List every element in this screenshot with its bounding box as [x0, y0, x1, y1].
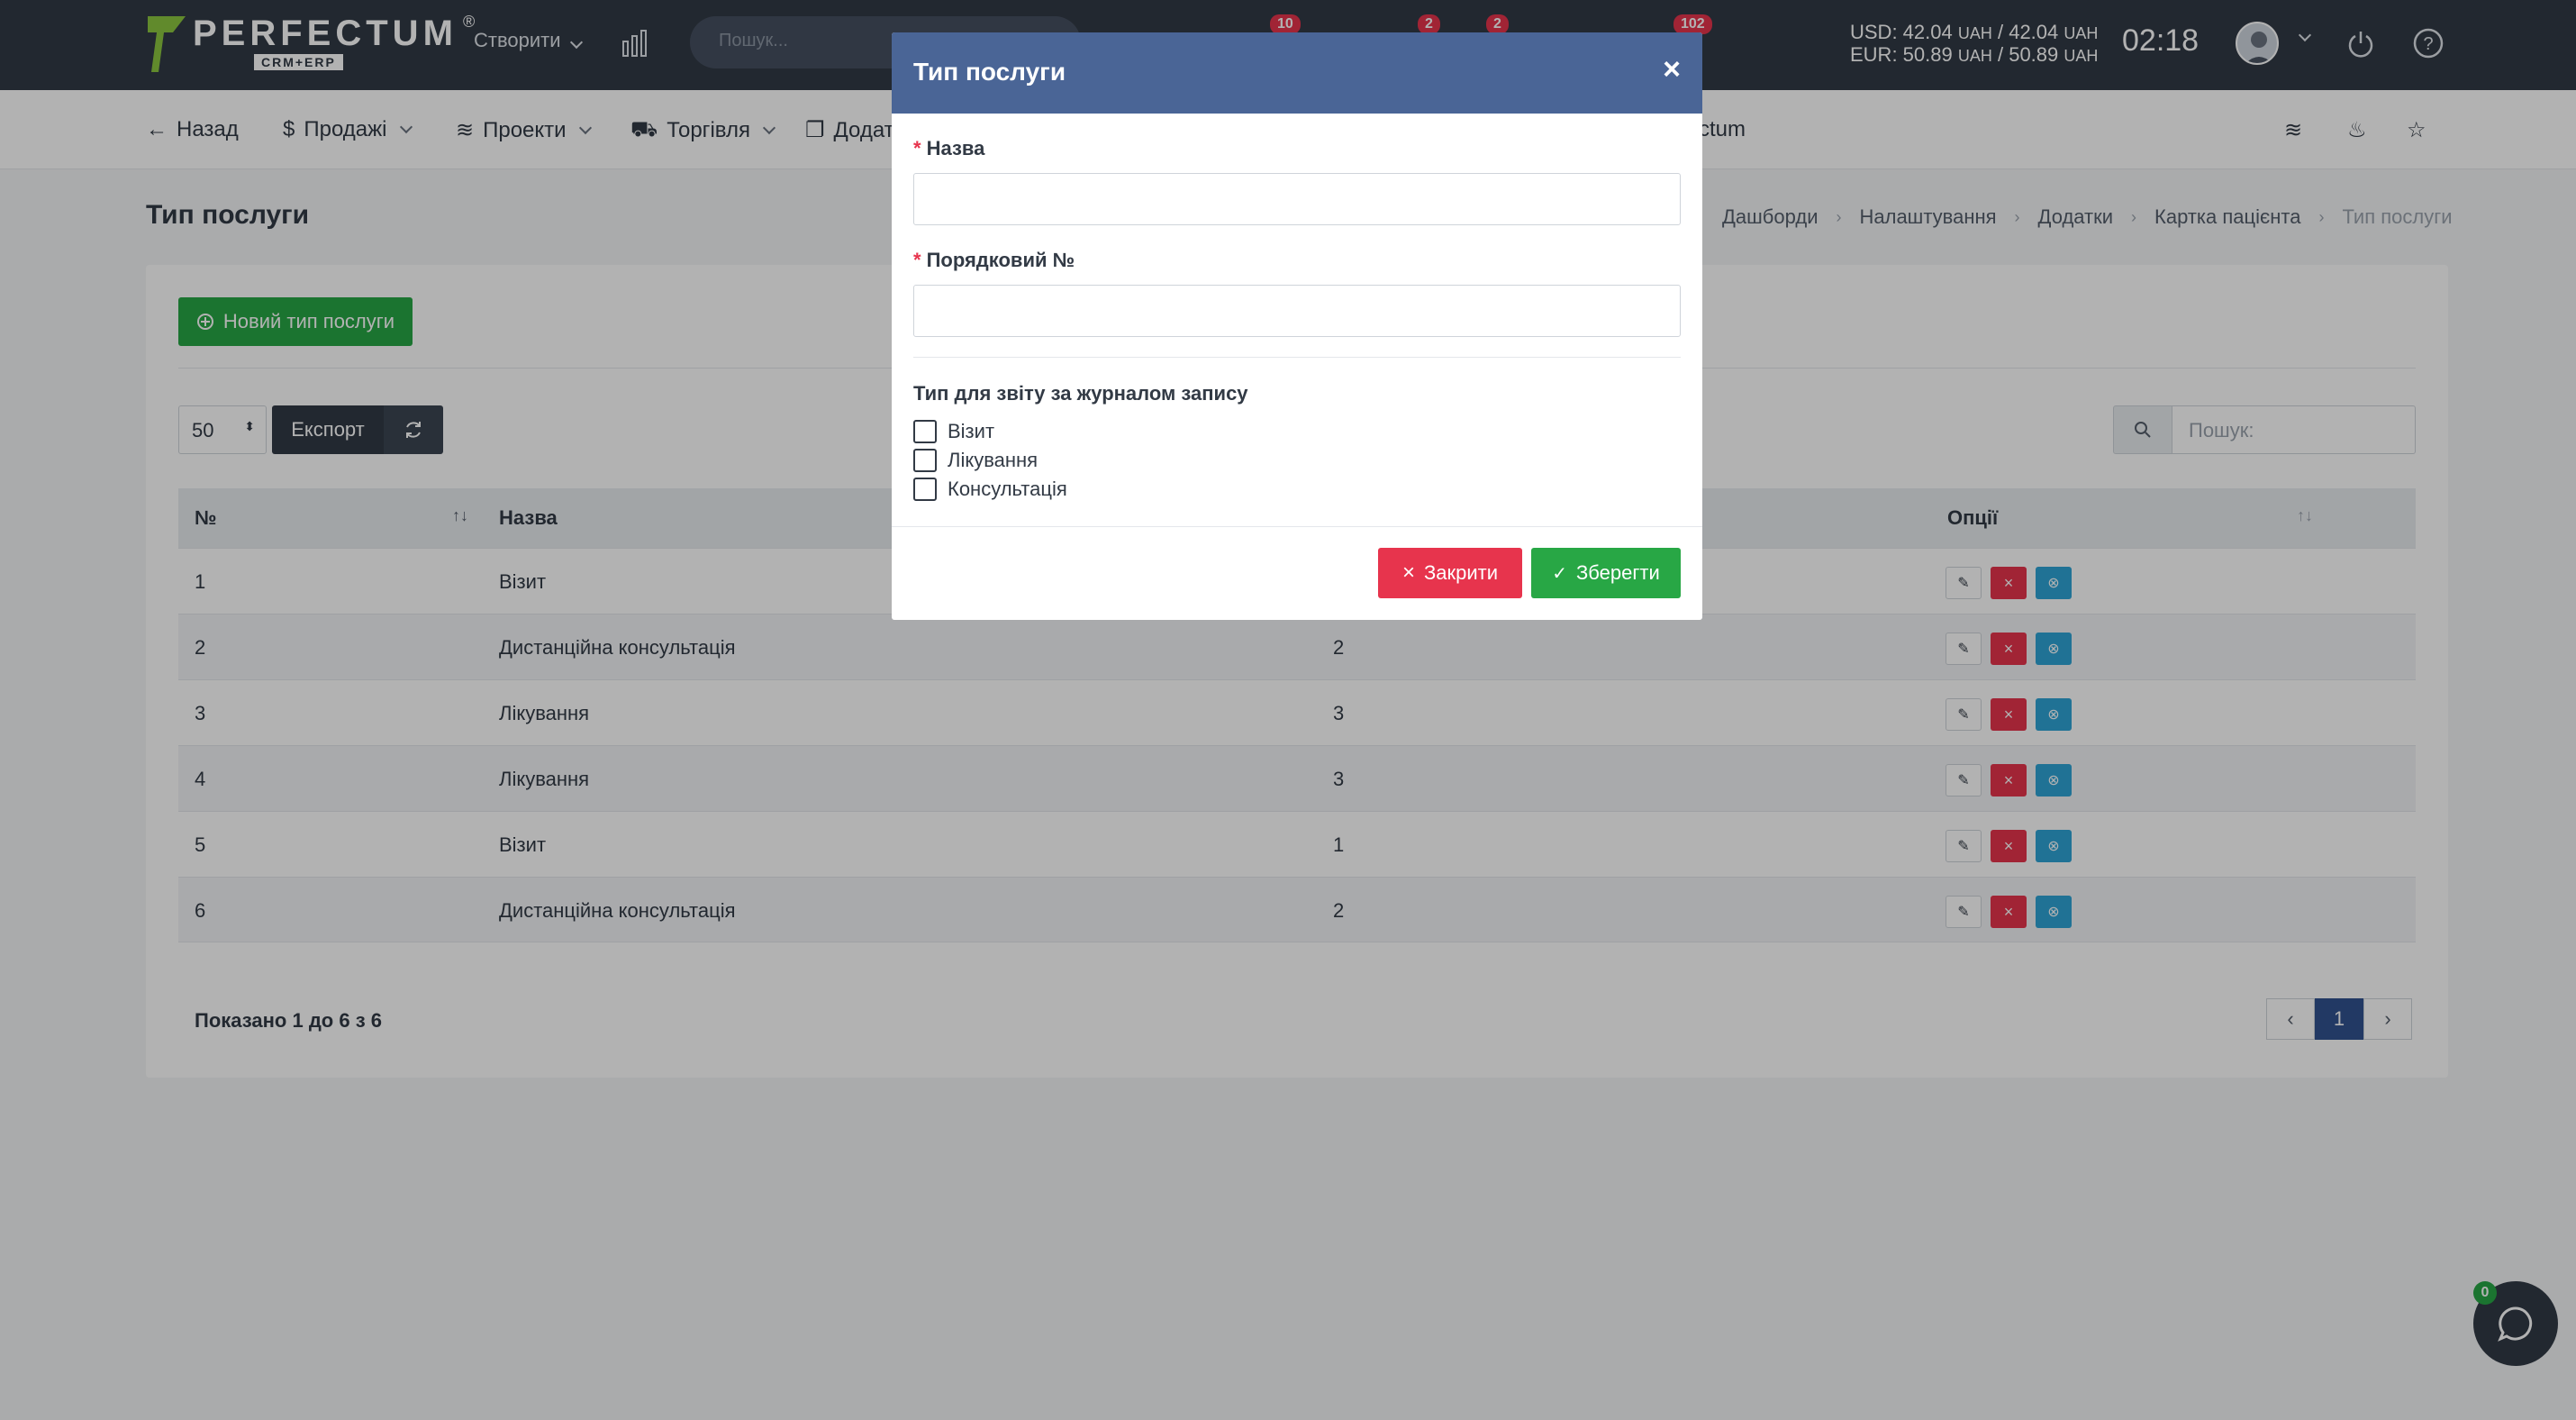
close-button[interactable]: × Закрити — [1378, 548, 1522, 598]
close-icon: × — [1401, 560, 1415, 585]
name-field[interactable] — [913, 173, 1681, 225]
checkbox-icon[interactable] — [913, 478, 937, 501]
order-label: * Порядковий № — [913, 249, 1075, 271]
modal-footer-divider — [892, 526, 1702, 527]
modal-title: Тип послуги — [913, 58, 1066, 86]
checkbox-consultation[interactable]: Консультація — [913, 478, 1067, 501]
modal-header: Тип послуги × — [892, 32, 1702, 114]
checkbox-visit[interactable]: Візит — [913, 420, 994, 443]
save-button[interactable]: ✓ Зберегти — [1531, 548, 1681, 598]
checkbox-icon[interactable] — [913, 420, 937, 443]
name-label: * Назва — [913, 137, 985, 159]
divider — [913, 357, 1681, 358]
checkbox-treatment[interactable]: Лікування — [913, 449, 1038, 472]
order-field[interactable] — [913, 285, 1681, 337]
check-icon: ✓ — [1552, 563, 1567, 584]
service-type-modal: Тип послуги × * Назва * Порядковий № Тип д… — [892, 32, 1702, 620]
report-type-label: Тип для звіту за журналом запису — [913, 382, 1248, 405]
modal-close-icon[interactable]: × — [1663, 52, 1681, 87]
checkbox-icon[interactable] — [913, 449, 937, 472]
